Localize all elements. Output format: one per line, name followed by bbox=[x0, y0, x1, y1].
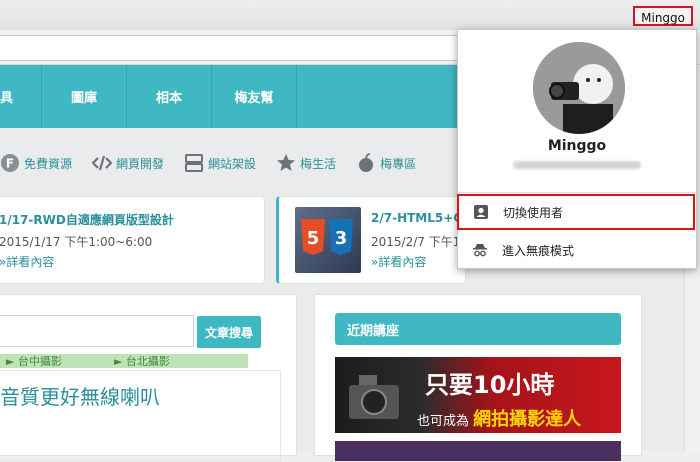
article-search-input[interactable] bbox=[0, 315, 194, 347]
profile-menu: Minggo 切換使用者 進入無痕模式 bbox=[457, 29, 697, 269]
camera-illustration-icon bbox=[349, 375, 399, 419]
event-title[interactable]: 1/17-RWD自適應網頁版型設計 bbox=[0, 211, 174, 228]
article-search-button[interactable]: 文章搜尋 bbox=[197, 316, 261, 348]
profile-photo-icon bbox=[533, 42, 625, 134]
second-banner[interactable] bbox=[335, 441, 621, 461]
incognito-icon bbox=[472, 242, 488, 258]
event-card[interactable]: 1/17-RWD自適應網頁版型設計 2015/1/17 下午1:00~6:00 … bbox=[0, 196, 265, 284]
main-panel: 文章搜尋 ► 台中攝影 ► 台北攝影 音質更好無線喇叭 bbox=[0, 294, 297, 462]
subnav-free-resources[interactable]: F 免費資源 bbox=[0, 153, 72, 173]
menu-item-label: 進入無痕模式 bbox=[502, 243, 575, 258]
browser-title-bar: Minggo bbox=[0, 0, 700, 31]
article-title[interactable]: 音質更好無線喇叭 bbox=[0, 381, 160, 410]
menu-divider bbox=[458, 192, 696, 193]
side-panel-title: 近期講座 bbox=[335, 313, 621, 345]
profile-button[interactable]: Minggo bbox=[633, 6, 693, 26]
subnav-zone[interactable]: 梅專區 bbox=[356, 153, 416, 173]
person-icon bbox=[473, 204, 489, 220]
event-title[interactable]: 2/7-HTML5+CS bbox=[371, 211, 471, 225]
menu-item-label: 切換使用者 bbox=[503, 205, 564, 220]
nav-item-album[interactable]: 相本 bbox=[127, 65, 212, 128]
code-icon bbox=[92, 155, 113, 171]
star-icon bbox=[277, 154, 296, 171]
nav-item-tools[interactable]: 具 bbox=[0, 65, 42, 128]
subnav-site-setup[interactable]: 網站架設 bbox=[184, 153, 256, 173]
event-more-link[interactable]: »詳看內容 bbox=[371, 253, 426, 270]
banner-subline: 也可成為 網拍攝影達人 bbox=[417, 405, 581, 431]
lecture-banner[interactable]: 只要10小時 也可成為 網拍攝影達人 bbox=[335, 357, 621, 433]
avatar bbox=[533, 42, 625, 134]
subnav-label: 梅生活 bbox=[300, 156, 337, 171]
svg-text:5: 5 bbox=[307, 228, 320, 249]
switch-user-menu-item[interactable]: 切換使用者 bbox=[457, 194, 695, 230]
tag-link-taichung[interactable]: ► 台中攝影 bbox=[6, 353, 62, 369]
subnav-label: 梅專區 bbox=[380, 156, 417, 171]
nav-item-community[interactable]: 梅友幫 bbox=[212, 65, 297, 128]
tag-bar: ► 台中攝影 ► 台北攝影 bbox=[0, 354, 248, 368]
f-circle-icon: F bbox=[1, 154, 19, 172]
svg-text:3: 3 bbox=[335, 228, 348, 249]
html5-css3-logo-icon: 5 3 bbox=[301, 219, 353, 255]
side-panel: 近期講座 只要10小時 也可成為 網拍攝影達人 bbox=[314, 294, 642, 461]
subnav-label: 網站架設 bbox=[208, 156, 257, 171]
subnav-life[interactable]: 梅生活 bbox=[276, 153, 336, 173]
event-thumbnail: 5 3 bbox=[295, 207, 361, 273]
incognito-menu-item[interactable]: 進入無痕模式 bbox=[458, 232, 696, 268]
event-card[interactable]: 5 3 2/7-HTML5+CS 2015/2/7 下午1: »詳看內容 bbox=[276, 196, 471, 284]
banner-headline: 只要10小時 bbox=[425, 371, 555, 399]
profile-email-blurred bbox=[513, 161, 641, 169]
event-time: 2015/2/7 下午1: bbox=[371, 235, 465, 249]
event-time: 2015/1/17 下午1:00~6:00 bbox=[0, 235, 153, 249]
subnav-web-dev[interactable]: 網頁開發 bbox=[92, 153, 164, 173]
apple-icon bbox=[359, 153, 374, 172]
banner-subline-highlight: 網拍攝影達人 bbox=[473, 409, 582, 430]
event-more-link[interactable]: »詳看內容 bbox=[0, 253, 54, 270]
banner-subline-prefix: 也可成為 bbox=[417, 414, 470, 429]
profile-name: Minggo bbox=[547, 138, 607, 154]
tag-link-taipei[interactable]: ► 台北攝影 bbox=[114, 353, 170, 369]
nav-item-gallery[interactable]: 圖庫 bbox=[42, 65, 127, 128]
server-icon bbox=[185, 154, 204, 172]
subnav-label: 網頁開發 bbox=[116, 156, 165, 171]
svg-text:F: F bbox=[6, 157, 14, 171]
subnav-label: 免費資源 bbox=[24, 156, 73, 171]
